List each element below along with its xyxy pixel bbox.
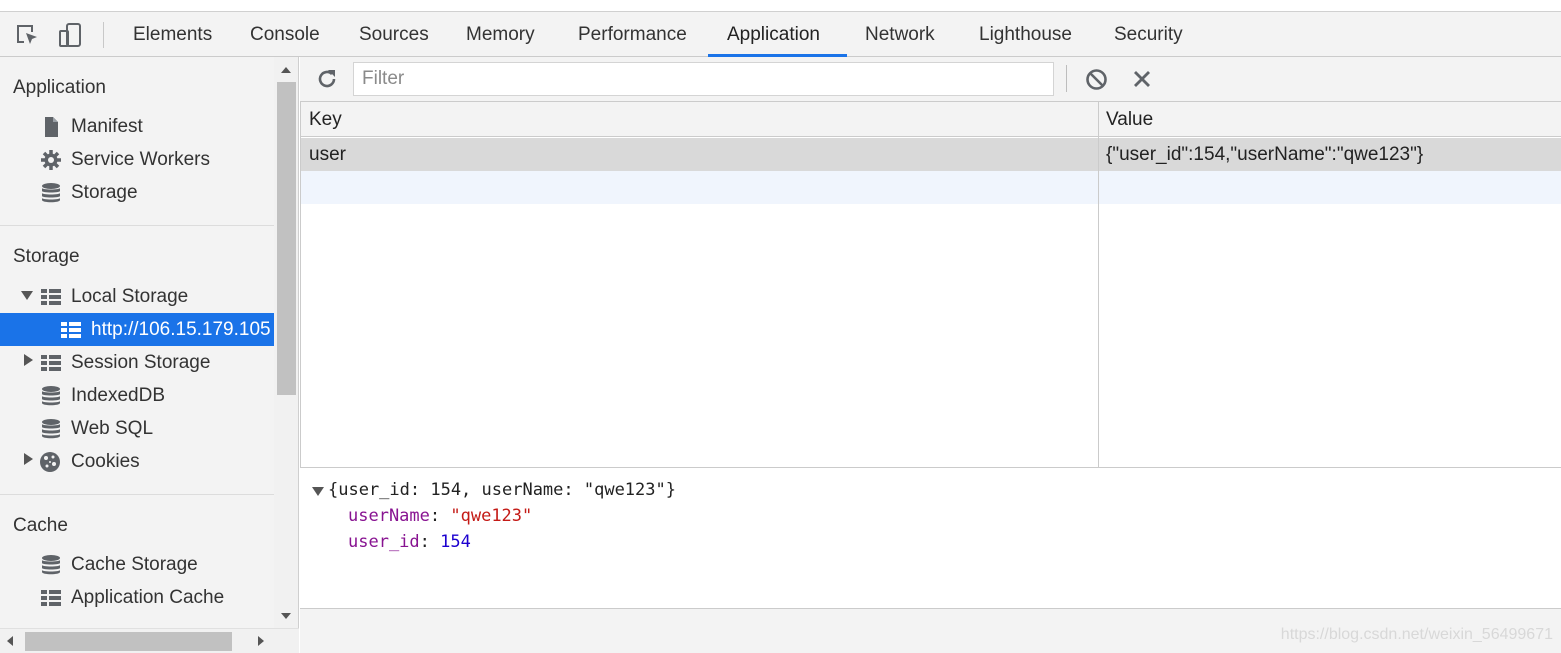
property-separator: : xyxy=(429,506,451,526)
table-header: Key Value xyxy=(301,102,1561,137)
preview-object-summary[interactable]: {user_id: 154, userName: "qwe123"} xyxy=(328,480,676,500)
toolbar-separator xyxy=(103,22,104,48)
application-sidebar: Application Manifest Service Workers Sto… xyxy=(0,57,274,628)
table-row[interactable]: user {"user_id":154,"userName":"qwe123"} xyxy=(301,138,1561,171)
toolbar-separator xyxy=(1066,65,1067,92)
sidebar-item-label: Cookies xyxy=(71,451,140,472)
value-preview: {user_id: 154, userName: "qwe123"} userN… xyxy=(300,468,1561,608)
sidebar-item-label: Web SQL xyxy=(71,418,154,439)
storage-table: Key Value user {"user_id":154,"userName"… xyxy=(300,102,1561,468)
property-value: 154 xyxy=(440,532,471,552)
tab-application[interactable]: Application xyxy=(727,12,820,57)
sidebar-item-label: Application Cache xyxy=(71,587,225,608)
tab-sources[interactable]: Sources xyxy=(359,12,429,57)
document-icon xyxy=(40,116,62,138)
sidebar-item-service-workers[interactable]: Service Workers xyxy=(0,143,274,176)
sidebar-vertical-scrollbar[interactable] xyxy=(274,57,299,628)
scroll-right-arrow-icon[interactable] xyxy=(258,636,264,646)
column-header-value[interactable]: Value xyxy=(1098,102,1153,137)
sidebar-item-indexeddb[interactable]: IndexedDB xyxy=(0,379,274,412)
section-title-application: Application xyxy=(13,77,106,98)
sidebar-item-label: IndexedDB xyxy=(71,385,166,406)
sidebar-item-local-storage[interactable]: Local Storage xyxy=(0,280,274,313)
property-value: "qwe123" xyxy=(450,506,533,526)
sidebar-horizontal-scrollbar[interactable] xyxy=(0,628,299,653)
table-cell-key[interactable]: user xyxy=(301,138,346,171)
refresh-icon[interactable] xyxy=(315,67,339,91)
tab-elements[interactable]: Elements xyxy=(133,12,212,57)
watermark-text: https://blog.csdn.net/weixin_56499671 xyxy=(1280,626,1553,643)
collapse-arrow-icon[interactable] xyxy=(312,487,324,496)
device-toolbar-icon[interactable] xyxy=(58,22,84,48)
sidebar-item-label: http://106.15.179.105 xyxy=(91,319,271,340)
sidebar-item-label: Cache Storage xyxy=(71,554,198,575)
table-icon xyxy=(40,286,62,308)
filter-input[interactable] xyxy=(353,62,1054,96)
expand-arrow-icon[interactable] xyxy=(21,291,33,300)
sidebar-item-web-sql[interactable]: Web SQL xyxy=(0,412,274,445)
cookie-icon xyxy=(39,451,61,473)
property-key: userName xyxy=(348,506,430,526)
property-separator: : xyxy=(419,532,441,552)
tab-memory[interactable]: Memory xyxy=(466,12,535,57)
expand-arrow-icon[interactable] xyxy=(24,453,33,465)
delete-selected-icon[interactable] xyxy=(1132,69,1152,89)
sidebar-item-manifest[interactable]: Manifest xyxy=(0,110,274,143)
sidebar-item-label: Manifest xyxy=(71,116,143,137)
database-icon xyxy=(40,182,62,204)
scrollbar-thumb[interactable] xyxy=(277,82,296,395)
sidebar-divider xyxy=(0,494,274,495)
tab-security[interactable]: Security xyxy=(1114,12,1183,57)
section-title-storage: Storage xyxy=(13,246,80,267)
sidebar-item-cookies[interactable]: Cookies xyxy=(0,445,274,478)
tab-performance[interactable]: Performance xyxy=(578,12,687,57)
sidebar-item-local-storage-origin[interactable]: http://106.15.179.105 xyxy=(0,313,274,346)
expand-arrow-icon[interactable] xyxy=(24,354,33,366)
scroll-down-arrow-icon[interactable] xyxy=(281,613,291,619)
sidebar-item-label: Session Storage xyxy=(71,352,211,373)
inspect-element-icon[interactable] xyxy=(14,22,40,48)
property-key: user_id xyxy=(348,532,420,552)
tab-console[interactable]: Console xyxy=(250,12,320,57)
section-title-cache: Cache xyxy=(13,515,68,536)
scroll-up-arrow-icon[interactable] xyxy=(281,67,291,73)
preview-property: user_id: 154 xyxy=(348,532,471,552)
sidebar-item-storage[interactable]: Storage xyxy=(0,176,274,209)
column-divider xyxy=(1098,102,1099,467)
sidebar-item-session-storage[interactable]: Session Storage xyxy=(0,346,274,379)
table-icon xyxy=(60,319,82,341)
table-row-empty[interactable] xyxy=(301,171,1561,204)
sidebar-item-application-cache[interactable]: Application Cache xyxy=(0,581,274,614)
sidebar-item-label: Local Storage xyxy=(71,286,189,307)
database-icon xyxy=(40,418,62,440)
gear-icon xyxy=(40,149,62,171)
scroll-left-arrow-icon[interactable] xyxy=(7,636,13,646)
table-icon xyxy=(40,352,62,374)
preview-property: userName: "qwe123" xyxy=(348,506,532,526)
tab-lighthouse[interactable]: Lighthouse xyxy=(979,12,1072,57)
database-icon xyxy=(40,385,62,407)
devtools-tab-bar: Elements Console Sources Memory Performa… xyxy=(0,11,1561,57)
sidebar-item-cache-storage[interactable]: Cache Storage xyxy=(0,548,274,581)
table-icon xyxy=(40,587,62,609)
storage-toolbar xyxy=(300,57,1561,102)
sidebar-item-label: Service Workers xyxy=(71,149,211,170)
sidebar-item-label: Storage xyxy=(71,182,138,203)
bottom-status-area: https://blog.csdn.net/weixin_56499671 xyxy=(300,608,1561,653)
database-icon xyxy=(40,554,62,576)
scrollbar-thumb[interactable] xyxy=(25,632,232,651)
column-header-key[interactable]: Key xyxy=(301,102,342,137)
clear-all-icon[interactable] xyxy=(1085,68,1108,91)
sidebar-divider xyxy=(0,225,274,226)
table-cell-value[interactable]: {"user_id":154,"userName":"qwe123"} xyxy=(1098,138,1423,171)
tab-network[interactable]: Network xyxy=(865,12,935,57)
